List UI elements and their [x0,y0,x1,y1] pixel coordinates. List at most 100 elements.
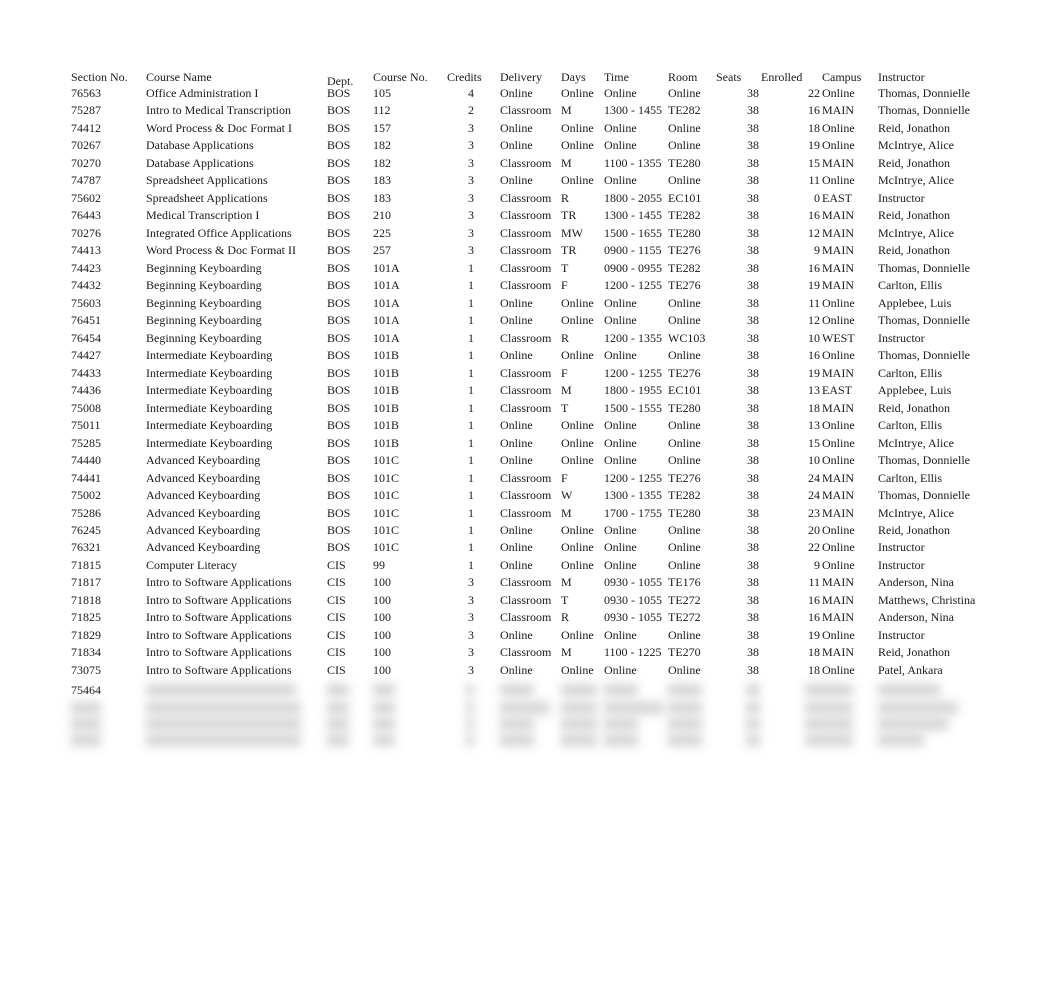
cell-room: TE280 [668,226,701,240]
cell-days: W [561,488,573,502]
cell-enrolled: 19 [808,366,820,380]
cell-campus: MAIN [822,243,854,257]
cell-time: Online [604,296,637,310]
table-row: 76321 Advanced Keyboarding BOS 101C 1 Online O… [0,540,1062,557]
table-row: 73075 Intro to Software Applications CIS 10… [0,663,1062,680]
cell-course-name: Intro to Medical Transcription [146,103,291,117]
cell-time: 0900 - 0955 [604,261,662,275]
cell-dept: BOS [327,418,351,432]
cell-delivery: Classroom [500,575,552,589]
cell-days: M [561,575,572,589]
cell-course-no: 101C [373,453,400,467]
cell-time: 1100 - 1225 [604,645,662,659]
table-row: 71829 Intro to Software Applications CIS 10… [0,628,1062,645]
cell-days: F [561,278,568,292]
cell-campus: MAIN [822,366,854,380]
cell-course-no: 101A [373,296,400,310]
cell-campus: Online [822,436,855,450]
cell-course-name: Beginning Keyboarding [146,261,262,275]
cell-delivery: Online [500,436,533,450]
cell-days: Online [561,453,594,467]
table-row: 74412 Word Process & Doc Format I BOS 157 3 O… [0,121,1062,138]
cell-credits: 3 [468,138,474,152]
cell-campus: MAIN [822,471,854,485]
cell-dept: BOS [327,471,351,485]
table-row: 74423 Beginning Keyboarding BOS 101A 1 Classr… [0,261,1062,278]
cell-course-name: Integrated Office Applications [146,226,292,240]
cell-course-no: 100 [373,645,391,659]
cell-instructor: McIntrye, Alice [878,173,954,187]
cell-dept: BOS [327,348,351,362]
cell-days: Online [561,558,594,572]
cell-campus: Online [822,138,855,152]
cell-days: F [561,471,568,485]
cell-campus: MAIN [822,575,854,589]
cell-dept: BOS [327,261,351,275]
cell-seats: 38 [747,191,759,205]
cell-seats: 38 [747,471,759,485]
cell-course-name: Intermediate Keyboarding [146,401,273,415]
cell-seats: 38 [747,366,759,380]
cell-delivery: Classroom [500,610,552,624]
cell-room: TE280 [668,401,701,415]
cell-course-no: 101A [373,278,400,292]
cell-course-name: Beginning Keyboarding [146,278,262,292]
cell-dept: BOS [327,488,351,502]
cell-instructor: Instructor [878,540,925,554]
cell-section-no: 75603 [71,296,101,310]
cell-days: Online [561,86,594,100]
cell-enrolled: 16 [808,593,820,607]
cell-room: TE280 [668,506,701,520]
cell-dept: BOS [327,383,351,397]
cell-campus: Online [822,348,855,362]
cell-course-no: 100 [373,575,391,589]
cell-section-no: 74427 [71,348,101,362]
cell-seats: 38 [747,261,759,275]
cell-credits: 1 [468,383,474,397]
cell-delivery: Classroom [500,103,552,117]
cell-days: Online [561,663,594,677]
cell-dept: BOS [327,86,351,100]
cell-credits: 3 [468,628,474,642]
cell-time: 1200 - 1255 [604,366,662,380]
cell-course-no: 101A [373,331,400,345]
cell-time: 1300 - 1455 [604,103,662,117]
cell-delivery: Classroom [500,331,552,345]
table-row: 75287 Intro to Medical Transcription BOS 11… [0,103,1062,120]
cell-course-no: 182 [373,156,391,170]
cell-delivery: Classroom [500,261,552,275]
cell-section-no: 74423 [71,261,101,275]
cell-course-name: Advanced Keyboarding [146,488,261,502]
cell-section-no: 74787 [71,173,101,187]
cell-delivery: Online [500,296,533,310]
cell-enrolled: 13 [808,383,820,397]
cell-time: 0930 - 1055 [604,593,662,607]
cell-days: Online [561,418,594,432]
cell-room: TE270 [668,645,701,659]
cell-course-name: Intro to Software Applications [146,575,292,589]
cell-course-no: 210 [373,208,391,222]
cell-campus: Online [822,628,855,642]
cell-seats: 38 [747,418,759,432]
table-row: 71817 Intro to Software Applications CIS 10… [0,575,1062,592]
cell-delivery: Online [500,313,533,327]
cell-room: Online [668,138,701,152]
cell-enrolled: 20 [808,523,820,537]
table-row: 76245 Advanced Keyboarding BOS 101C 1 Online O… [0,523,1062,540]
cell-instructor: Anderson, Nina [878,610,954,624]
cell-course-no: 101B [373,418,400,432]
cell-room: TE280 [668,156,701,170]
cell-credits: 3 [468,645,474,659]
cell-time: Online [604,540,637,554]
cell-days: R [561,331,570,345]
cell-dept: BOS [327,103,351,117]
cell-section-no: 76321 [71,540,101,554]
cell-course-no: 99 [373,558,385,572]
cell-section-no: 76245 [71,523,101,537]
cell-course-no: 101C [373,523,400,537]
cell-delivery: Online [500,348,533,362]
cell-seats: 38 [747,278,759,292]
cell-section-no: 71818 [71,593,101,607]
cell-time: 1500 - 1555 [604,401,662,415]
cell-course-no: 101A [373,261,400,275]
